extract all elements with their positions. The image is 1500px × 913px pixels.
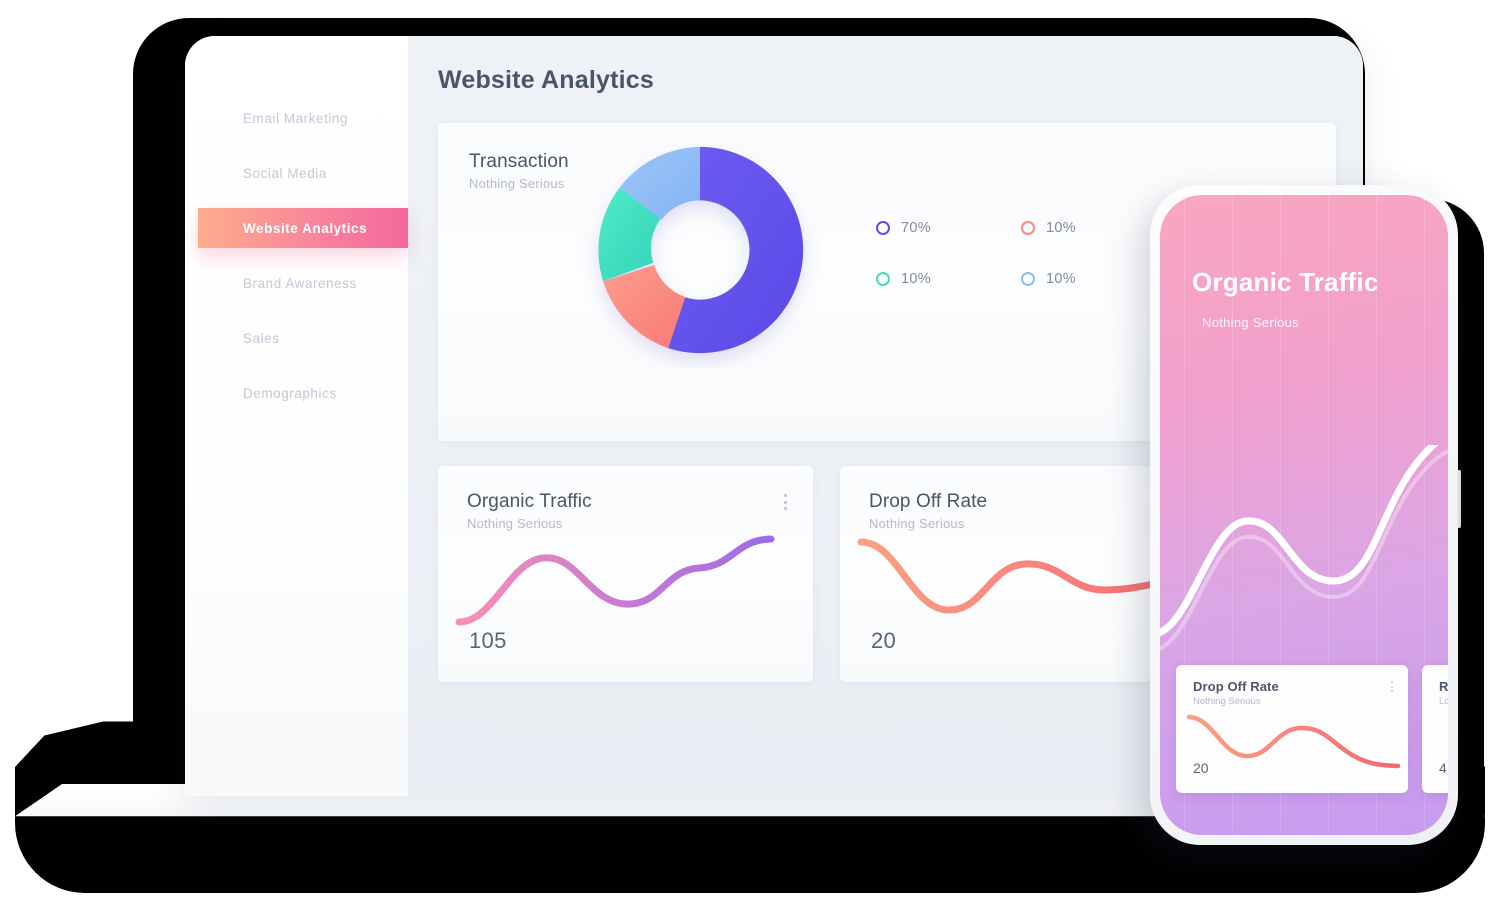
sidebar-item-demographics[interactable]: Demographics bbox=[185, 373, 408, 413]
sidebar-item-social-media[interactable]: Social Media bbox=[185, 153, 408, 193]
card-title: R bbox=[1439, 679, 1448, 694]
donut-chart bbox=[581, 131, 819, 369]
card-subtitle: Lo bbox=[1439, 696, 1448, 707]
metric-value: 20 bbox=[1193, 760, 1209, 776]
phone-body: Organic Traffic Nothing Serious Drop Off… bbox=[1150, 185, 1461, 845]
donut-legend: 70% 10% 10% 10% bbox=[876, 220, 1166, 287]
phone-secondary-card: R Lo 4 bbox=[1422, 665, 1448, 793]
phone-drop-off-sparkline bbox=[1184, 709, 1406, 771]
metric-value: 105 bbox=[469, 628, 507, 653]
legend-swatch-purple-icon bbox=[876, 221, 890, 235]
metric-value: 20 bbox=[871, 628, 897, 653]
phone-page-subtitle: Nothing Serious bbox=[1202, 315, 1299, 330]
card-subtitle: Nothing Serious bbox=[1193, 696, 1261, 707]
legend-item[interactable]: 10% bbox=[1021, 271, 1166, 287]
phone-hero-chart bbox=[1160, 431, 1448, 675]
sidebar-item-email-marketing[interactable]: Email Marketing bbox=[185, 98, 408, 138]
legend-item[interactable]: 10% bbox=[1021, 220, 1166, 236]
legend-label: 10% bbox=[1046, 271, 1076, 287]
legend-label: 10% bbox=[901, 271, 931, 287]
sidebar-item-label: Email Marketing bbox=[243, 110, 349, 126]
phone-metric-cards: Drop Off Rate Nothing Serious 20 R Lo 4 bbox=[1176, 665, 1448, 793]
more-vertical-icon[interactable] bbox=[1391, 681, 1394, 695]
hamburger-icon[interactable] bbox=[210, 361, 232, 379]
drop-off-rate-sparkline bbox=[855, 528, 1200, 633]
page-title: Website Analytics bbox=[438, 66, 654, 94]
legend-label: 70% bbox=[901, 220, 931, 236]
mockup-scene: Email Marketing Social Media Website Ana… bbox=[0, 0, 1500, 913]
sidebar-item-label: Social Media bbox=[243, 165, 327, 181]
more-vertical-icon[interactable] bbox=[784, 494, 788, 514]
card-title: Organic Traffic bbox=[467, 491, 592, 512]
sidebar-item-label: Brand Awareness bbox=[243, 275, 357, 291]
legend-item[interactable]: 10% bbox=[876, 271, 1021, 287]
metric-value: 4 bbox=[1439, 760, 1447, 776]
phone-side-button[interactable] bbox=[1457, 470, 1461, 528]
card-title: Drop Off Rate bbox=[1193, 679, 1279, 694]
sidebar: Email Marketing Social Media Website Ana… bbox=[185, 36, 408, 796]
organic-traffic-sparkline bbox=[453, 528, 798, 633]
phone-drop-off-rate-card: Drop Off Rate Nothing Serious 20 bbox=[1176, 665, 1408, 793]
legend-swatch-coral-icon bbox=[1021, 221, 1035, 235]
sidebar-item-label: Sales bbox=[243, 330, 280, 346]
phone-device: Organic Traffic Nothing Serious Drop Off… bbox=[1150, 185, 1484, 875]
sidebar-item-website-analytics[interactable]: Website Analytics bbox=[198, 208, 408, 248]
phone-page-title: Organic Traffic bbox=[1192, 267, 1379, 297]
legend-label: 10% bbox=[1046, 220, 1076, 236]
organic-traffic-card: Organic Traffic Nothing Serious 105 bbox=[438, 466, 813, 682]
phone-screen: Organic Traffic Nothing Serious Drop Off… bbox=[1160, 195, 1448, 835]
sidebar-item-sales[interactable]: Sales bbox=[185, 318, 408, 358]
legend-swatch-blue-icon bbox=[1021, 272, 1035, 286]
sidebar-item-brand-awareness[interactable]: Brand Awareness bbox=[185, 263, 408, 303]
sidebar-item-label: Demographics bbox=[243, 385, 337, 401]
legend-swatch-teal-icon bbox=[876, 272, 890, 286]
legend-item[interactable]: 70% bbox=[876, 220, 1021, 236]
sidebar-item-label: Website Analytics bbox=[243, 220, 368, 236]
